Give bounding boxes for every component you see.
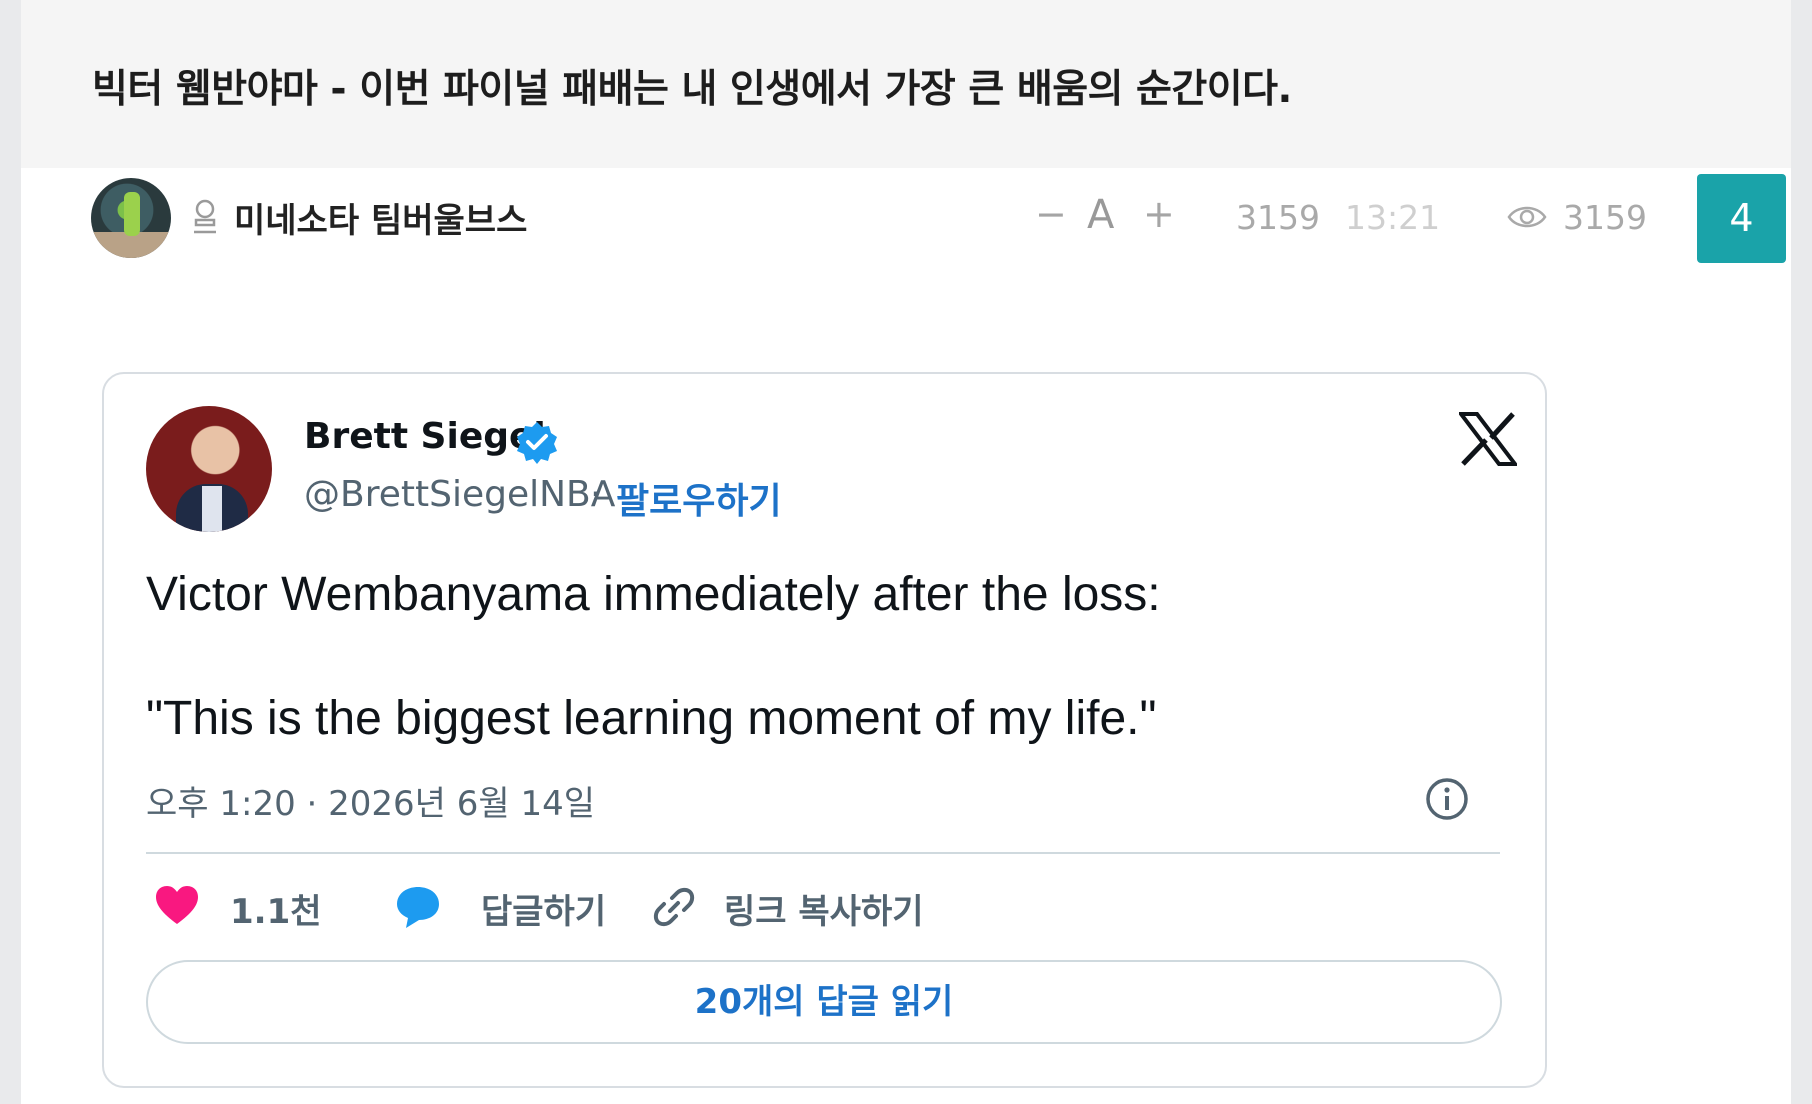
reply-bubble-icon[interactable] bbox=[394, 884, 442, 934]
tweet-text-line: "This is the biggest learning moment of … bbox=[146, 692, 1157, 745]
view-count: 3159 bbox=[1563, 198, 1647, 237]
tweet-author-name[interactable]: Brett Siegel bbox=[304, 416, 546, 457]
post-title: 빅터 웸반야마 - 이번 파이널 패배는 내 인생에서 가장 큰 배움의 순간이… bbox=[92, 67, 1292, 112]
info-icon[interactable] bbox=[1424, 776, 1470, 826]
post-time: 13:21 bbox=[1345, 198, 1441, 237]
heart-icon[interactable] bbox=[154, 884, 200, 930]
post-number: 3159 bbox=[1236, 198, 1320, 237]
x-logo-icon[interactable] bbox=[1456, 412, 1520, 470]
like-count[interactable]: 1.1천 bbox=[230, 884, 322, 933]
tweet-divider bbox=[146, 852, 1500, 854]
read-replies-button[interactable]: 20개의 답글 읽기 bbox=[146, 960, 1502, 1044]
copy-link-button[interactable]: 링크 복사하기 bbox=[724, 884, 924, 933]
follow-link[interactable]: 팔로우하기 bbox=[616, 472, 782, 524]
font-size-label: A bbox=[1087, 192, 1115, 238]
embedded-tweet[interactable]: Brett Siegel @BrettSiegelNBA · 팔로우하기 Vic… bbox=[102, 372, 1547, 1088]
post-title-bar: 빅터 웸반야마 - 이번 파이널 패배는 내 인생에서 가장 큰 배움의 순간이… bbox=[21, 0, 1791, 168]
handle-separator: · bbox=[590, 474, 602, 515]
eye-icon bbox=[1507, 202, 1547, 236]
font-decrease-button[interactable]: − bbox=[1035, 192, 1067, 236]
post-meta-row: 미네소타 팀버울브스 − A + 3159 13:21 3159 4 bbox=[21, 168, 1791, 278]
author-name[interactable]: 미네소타 팀버울브스 bbox=[234, 193, 527, 242]
font-increase-button[interactable]: + bbox=[1143, 192, 1175, 236]
tweet-author-handle[interactable]: @BrettSiegelNBA bbox=[304, 474, 615, 515]
author-avatar[interactable] bbox=[91, 178, 171, 258]
tweet-text: Victor Wembanyama immediately after the … bbox=[146, 564, 1486, 750]
tweet-text-line: Victor Wembanyama immediately after the … bbox=[146, 568, 1161, 621]
post-page: 빅터 웸반야마 - 이번 파이널 패배는 내 인생에서 가장 큰 배움의 순간이… bbox=[21, 0, 1791, 1104]
link-icon[interactable] bbox=[650, 884, 698, 934]
user-level-icon bbox=[191, 198, 219, 242]
tweet-timestamp[interactable]: 오후 1:20 · 2026년 6월 14일 bbox=[146, 776, 595, 825]
verified-badge-icon bbox=[515, 420, 559, 468]
comment-count-button[interactable]: 4 bbox=[1697, 174, 1786, 263]
reply-button[interactable]: 답글하기 bbox=[481, 884, 606, 933]
tweet-author-avatar[interactable] bbox=[146, 406, 272, 532]
